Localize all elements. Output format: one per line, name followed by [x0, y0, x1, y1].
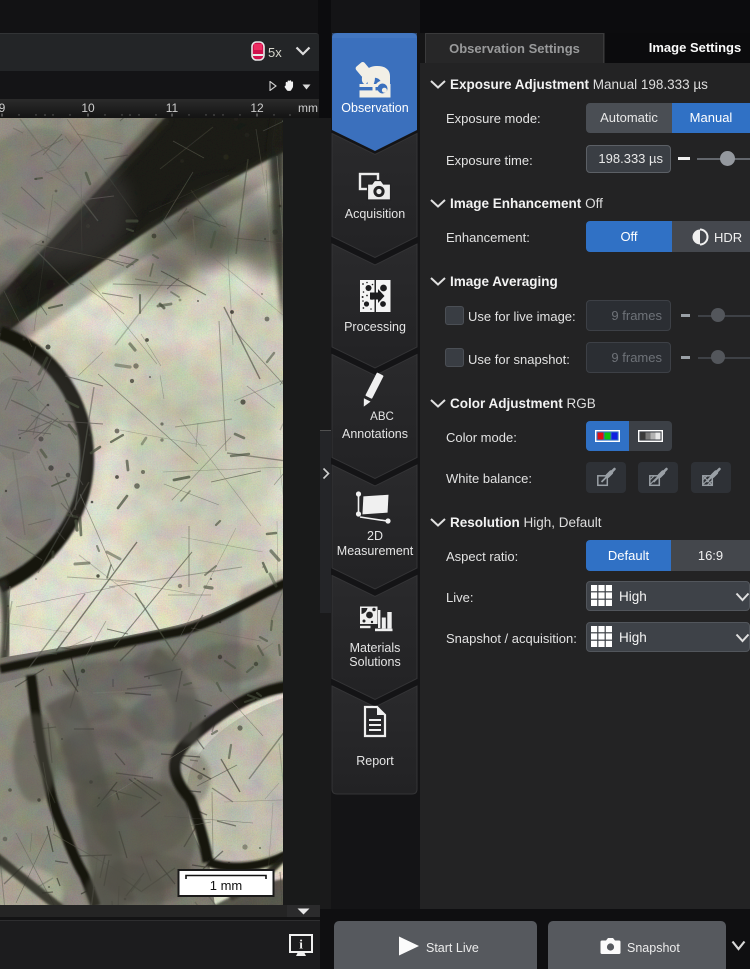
svg-text:10: 10 [81, 101, 95, 115]
svg-text:Annotations: Annotations [342, 427, 408, 441]
svg-text:Observation: Observation [341, 101, 408, 115]
svg-text:Acquisition: Acquisition [345, 207, 405, 221]
svg-text:ABC: ABC [370, 411, 394, 423]
svg-text:Solutions: Solutions [349, 655, 400, 669]
svg-text:9: 9 [0, 101, 6, 115]
svg-text:Measurement: Measurement [337, 544, 414, 558]
svg-text:12: 12 [250, 101, 264, 115]
svg-text:11: 11 [166, 101, 179, 115]
svg-text:i: i [299, 937, 303, 952]
svg-text:mm: mm [298, 101, 318, 115]
svg-text:Report: Report [356, 754, 394, 768]
svg-text:Materials: Materials [350, 641, 401, 655]
svg-text:2D: 2D [367, 529, 383, 543]
svg-text:1 mm: 1 mm [210, 878, 243, 893]
svg-text:Processing: Processing [344, 320, 406, 334]
